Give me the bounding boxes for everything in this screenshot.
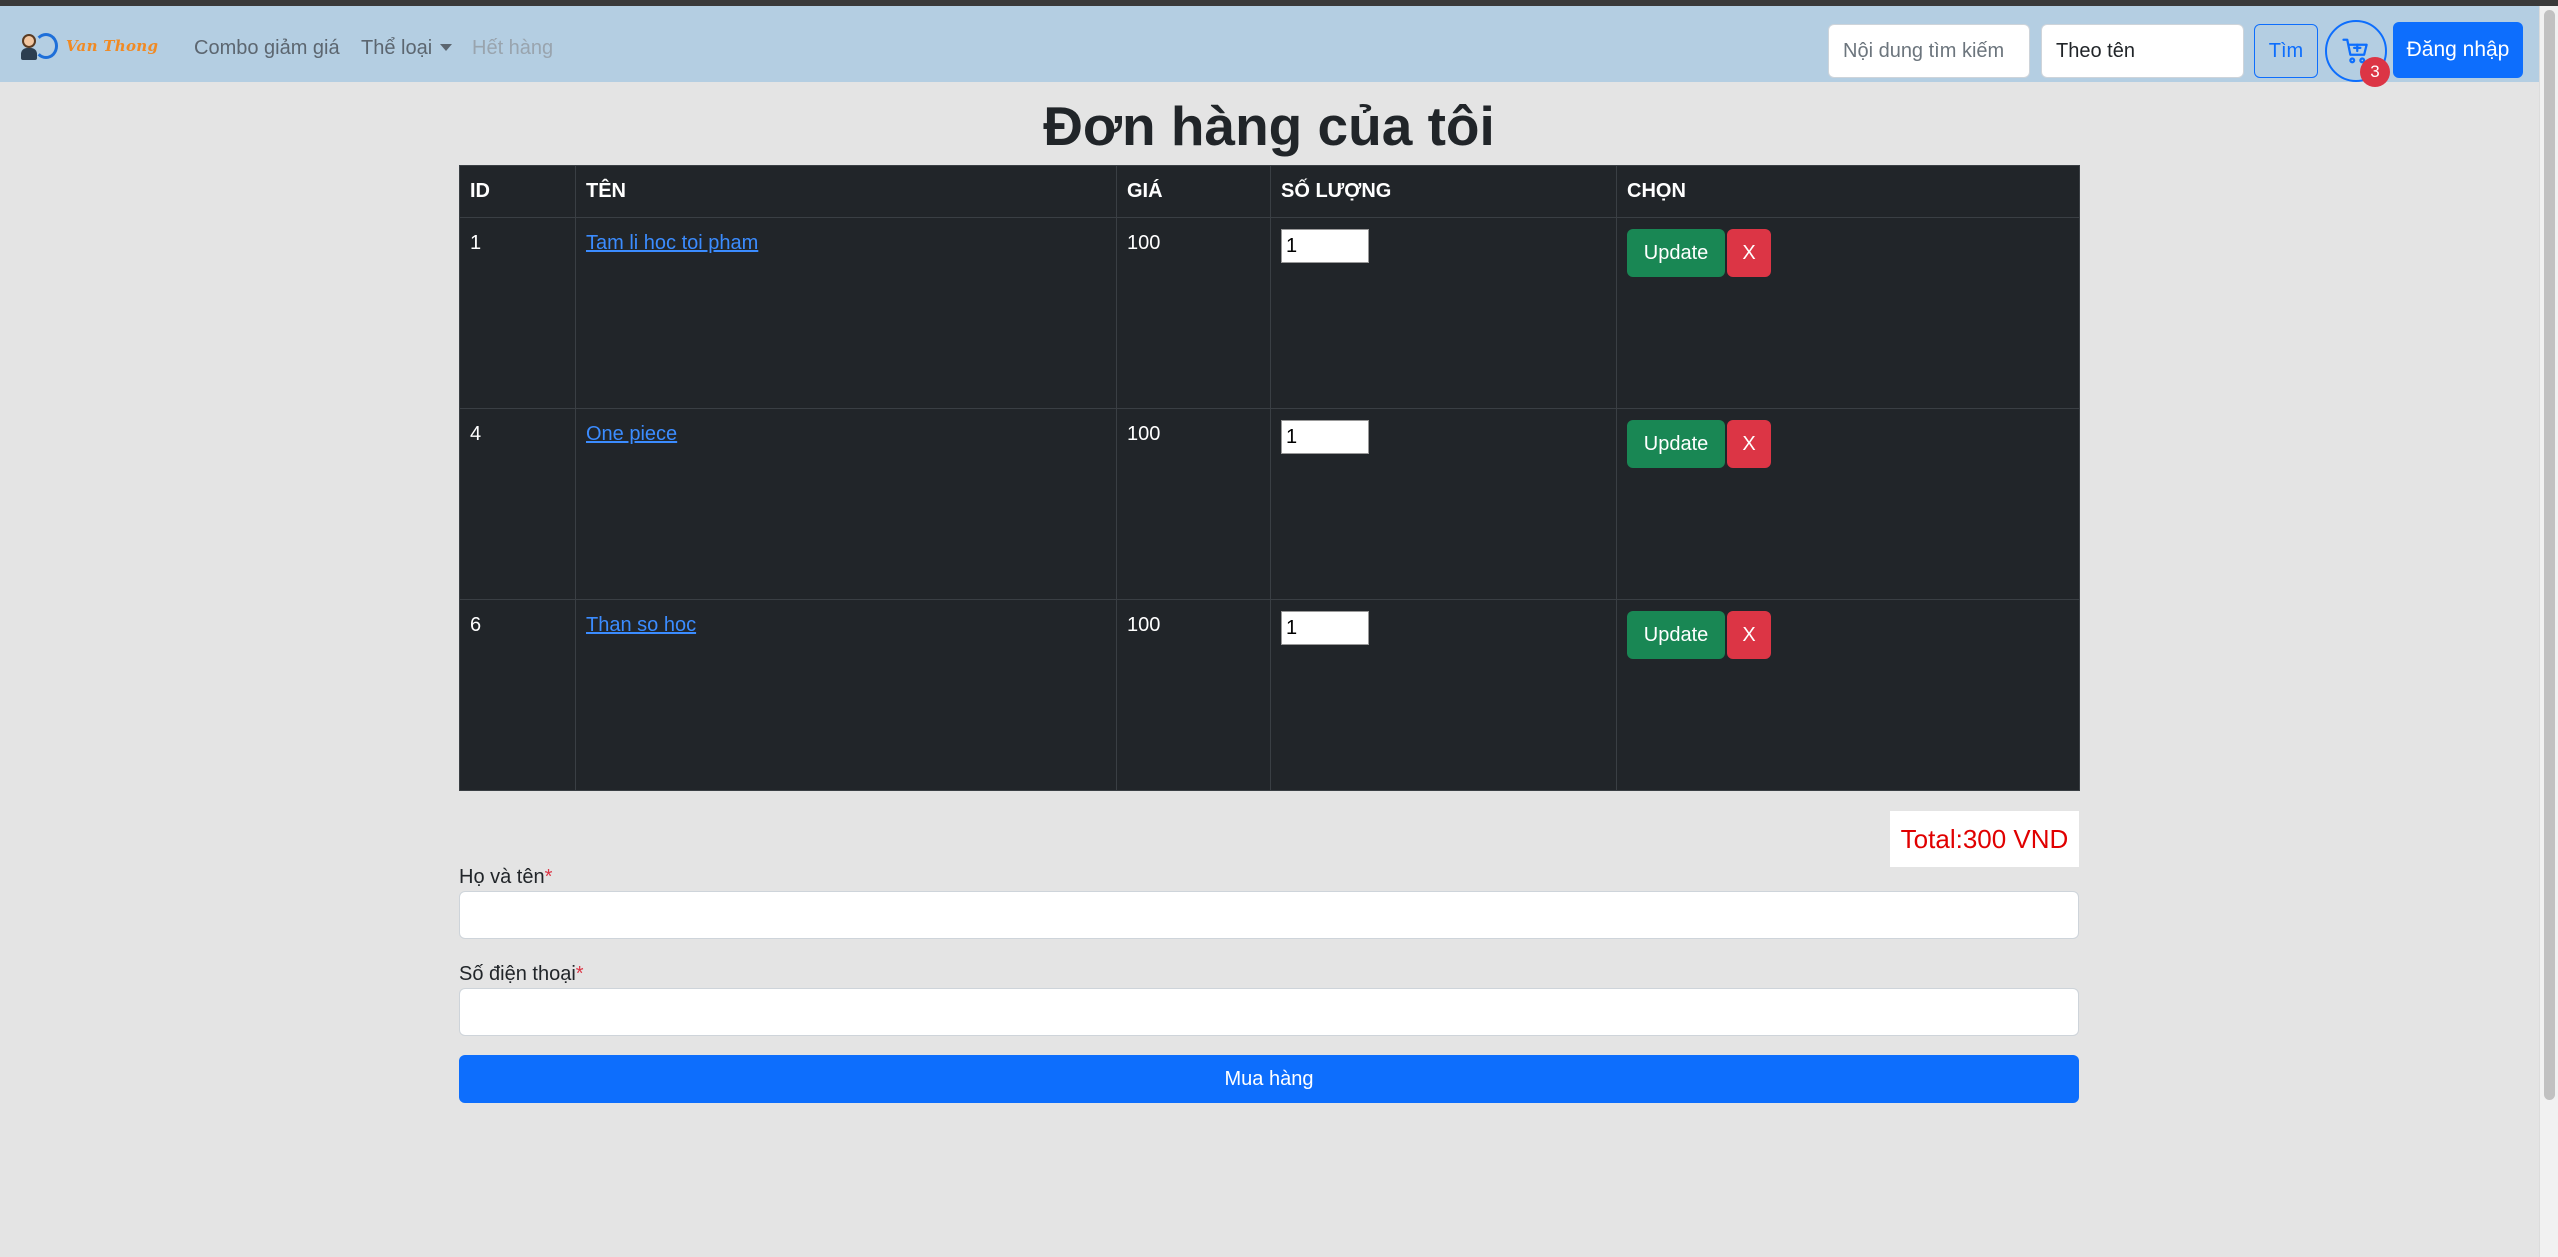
caret-down-icon bbox=[440, 44, 453, 51]
cell-actions: Update X bbox=[1616, 217, 2080, 409]
search-button[interactable]: Tìm bbox=[2254, 24, 2318, 78]
nav-dropdown-label: Thể loại bbox=[361, 37, 433, 59]
column-header-quantity: SỐ LƯỢNG bbox=[1270, 165, 1617, 218]
search-by-value: Theo tên bbox=[2056, 39, 2135, 62]
cell-actions: Update X bbox=[1616, 408, 2080, 600]
column-header-id: ID bbox=[459, 165, 576, 218]
column-header-actions: CHỌN bbox=[1616, 165, 2080, 218]
page-title: Đơn hàng của tôi bbox=[1043, 95, 1495, 157]
required-mark: * bbox=[544, 866, 553, 888]
cell-price: 100 bbox=[1116, 599, 1271, 791]
brand-name: Van Thong bbox=[66, 37, 159, 55]
order-total: Total:300 VND bbox=[1890, 811, 2079, 867]
full-name-label: Họ và tên* bbox=[459, 866, 552, 889]
product-link[interactable]: One piece bbox=[586, 423, 677, 445]
phone-input[interactable] bbox=[459, 988, 2079, 1036]
cell-quantity bbox=[1270, 599, 1617, 791]
page-scrollbar[interactable] bbox=[2539, 6, 2558, 1257]
full-name-label-text: Họ và tên bbox=[459, 866, 545, 888]
order-table: ID TÊN GIÁ SỐ LƯỢNG CHỌN 1 Tam li hoc to… bbox=[459, 165, 2080, 791]
product-link[interactable]: Than so hoc bbox=[586, 614, 696, 636]
remove-button[interactable]: X bbox=[1727, 229, 1771, 277]
remove-button[interactable]: X bbox=[1727, 611, 1771, 659]
brand-logo-link[interactable]: Van Thong bbox=[18, 30, 158, 62]
remove-button[interactable]: X bbox=[1727, 420, 1771, 468]
cell-quantity bbox=[1270, 217, 1617, 409]
table-header-row: ID TÊN GIÁ SỐ LƯỢNG CHỌN bbox=[459, 165, 2080, 218]
brand-logo-icon bbox=[18, 30, 60, 62]
cell-id: 6 bbox=[459, 599, 576, 791]
cell-quantity bbox=[1270, 408, 1617, 600]
update-button[interactable]: Update bbox=[1627, 611, 1725, 659]
cell-actions: Update X bbox=[1616, 599, 2080, 791]
cell-name: Than so hoc bbox=[575, 599, 1117, 791]
column-header-price: GIÁ bbox=[1116, 165, 1271, 218]
column-header-name: TÊN bbox=[575, 165, 1117, 218]
full-name-input[interactable] bbox=[459, 891, 2079, 939]
cell-name: Tam li hoc toi pham bbox=[575, 217, 1117, 409]
cart-count-badge: 3 bbox=[2360, 57, 2390, 87]
search-input[interactable] bbox=[1828, 24, 2030, 78]
login-button[interactable]: Đăng nhập bbox=[2393, 22, 2523, 78]
table-row: 6 Than so hoc 100 UpdateX bbox=[459, 599, 2080, 791]
nav-dropdown-categories[interactable]: Thể loại bbox=[361, 37, 453, 60]
cell-name: One piece bbox=[575, 408, 1117, 600]
update-button[interactable]: Update bbox=[1627, 420, 1725, 468]
phone-label-text: Số điện thoại bbox=[459, 963, 576, 985]
search-by-select[interactable]: Theo tên bbox=[2041, 24, 2244, 78]
quantity-input[interactable] bbox=[1281, 420, 1369, 454]
table-row: 1 Tam li hoc toi pham 100 UpdateX bbox=[459, 217, 2080, 409]
navbar: Van Thong Combo giảm giá Thể loại Hết hà… bbox=[0, 6, 2539, 87]
table-row: 4 One piece 100 UpdateX bbox=[459, 408, 2080, 600]
update-button[interactable]: Update bbox=[1627, 229, 1725, 277]
nav-link-out-of-stock: Hết hàng bbox=[472, 37, 554, 59]
cell-price: 100 bbox=[1116, 217, 1271, 409]
cell-id: 4 bbox=[459, 408, 576, 600]
quantity-input[interactable] bbox=[1281, 229, 1369, 263]
quantity-input[interactable] bbox=[1281, 611, 1369, 645]
purchase-button[interactable]: Mua hàng bbox=[459, 1055, 2079, 1103]
phone-label: Số điện thoại* bbox=[459, 963, 584, 986]
required-mark: * bbox=[575, 963, 584, 985]
nav-link-combo[interactable]: Combo giảm giá bbox=[194, 37, 340, 60]
cell-id: 1 bbox=[459, 217, 576, 409]
scrollbar-thumb[interactable] bbox=[2544, 10, 2555, 1100]
cell-price: 100 bbox=[1116, 408, 1271, 600]
product-link[interactable]: Tam li hoc toi pham bbox=[586, 232, 758, 254]
